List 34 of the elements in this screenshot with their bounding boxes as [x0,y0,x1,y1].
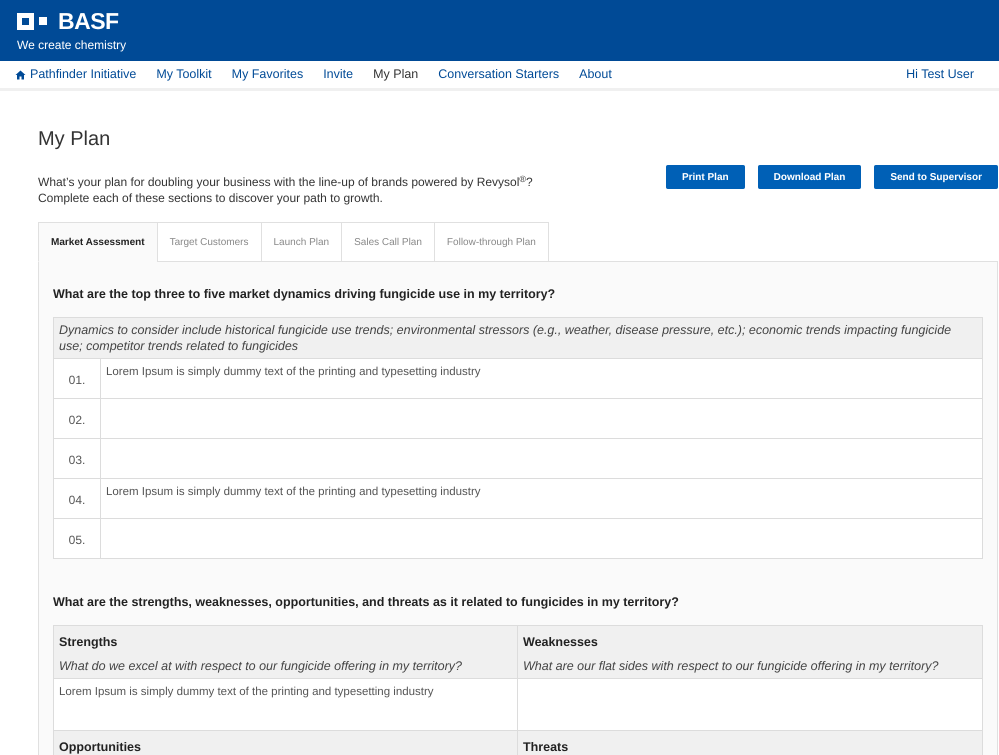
swot-answer-field[interactable]: Lorem Ipsum is simply dummy text of the printing and typesetting industry [54,678,517,730]
swot-prompt: What are our flat sides with respect to our fungicide offering in my territory? [523,658,940,676]
answer-field[interactable]: Lorem Ipsum is simply dummy text of the printing and typesetting industry [101,478,982,518]
row-number: 05. [54,518,101,558]
swot-title: Threats [523,738,570,755]
section-tab[interactable]: Target Customers [156,222,262,262]
nav-link[interactable]: Conversation Starters [438,65,560,84]
intro-text: Complete each of these sections to discover your path to growth. [38,190,384,206]
intro-text: What’s your plan for doubling your business with the line-up of brands powered by Revysol$^{®}$? [38,174,533,190]
user-greeting-link[interactable]: Hi Test User [906,65,974,84]
page-title: My Plan [38,127,112,151]
swot-title: Weaknesses [523,634,599,650]
section-question: What are the top three to five market dynamics driving fungicide use in my territory? [53,286,556,303]
logo-text: BASF [58,11,119,31]
nav-link[interactable]: My Favorites [232,65,304,84]
answer-field[interactable]: Lorem Ipsum is simply dummy text of the printing and typesetting industry [101,358,982,398]
action-button[interactable]: Download Plan [758,165,862,189]
swot-title: Strengths [59,634,118,651]
swot-prompt: What do we excel at with respect to our fungicide offering in my territory? [59,658,463,676]
hint-text: Dynamics to consider include historical fungicide use trends; environmental stressors (e.g., weather, disease pressure, etc.); economic trends impacting fungicide use; competitor trends related to fungicides [54,318,982,358]
action-button[interactable]: Send to Supervisor [874,165,998,189]
section-tab[interactable]: Follow-through Plan [434,222,549,262]
nav-link[interactable]: My Plan [373,65,418,84]
swot-answer-field[interactable] [518,678,982,730]
section-question: What are the strengths, weaknesses, opportunities, and threats as it related to fungicides in my territory? [53,594,680,611]
swot-title: Opportunities [59,738,142,755]
nav-link[interactable]: Pathfinder Initiative [15,65,136,84]
section-tab[interactable]: Market Assessment [38,222,158,262]
action-button[interactable]: Print Plan [666,165,745,189]
tagline: We create chemistry [17,37,128,54]
nav-link[interactable]: About [579,65,612,84]
nav-link[interactable]: Invite [323,65,354,84]
home-icon [15,70,26,80]
nav-link[interactable]: My Toolkit [156,65,212,84]
